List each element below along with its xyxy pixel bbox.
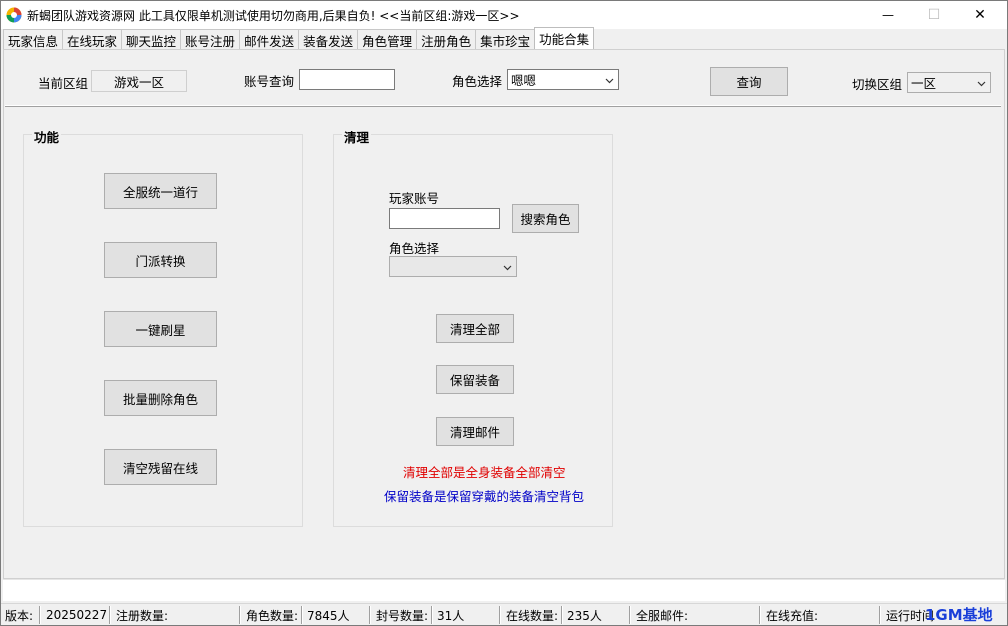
player-account-label: 玩家账号 — [389, 191, 440, 206]
server-mail-label: 全服邮件: — [636, 608, 689, 623]
status-separator — [499, 606, 501, 624]
maximize-button[interactable]: ☐ — [911, 1, 957, 29]
clean-role-select-label: 角色选择 — [389, 241, 440, 256]
switch-zone-value: 一区 — [911, 76, 937, 91]
status-separator — [879, 606, 881, 624]
ban-count-label: 封号数量: — [376, 608, 429, 623]
sect-transfer-button[interactable]: 门派转换 — [104, 242, 217, 278]
minimize-button[interactable]: — — [865, 1, 911, 29]
keep-equipment-note: 保留装备是保留穿戴的装备清空背包 — [384, 489, 585, 504]
current-zone-label: 当前区组 — [38, 76, 89, 91]
register-count-label: 注册数量: — [116, 608, 169, 623]
status-bar: 版本: 20250227 注册数量: 角色数量: 7845人 封号数量: 31人… — [1, 603, 1007, 625]
tab-role-management[interactable]: 角色管理 — [357, 29, 418, 50]
version-label: 版本: — [5, 608, 34, 623]
maximize-icon: ☐ — [927, 7, 941, 23]
status-separator — [39, 606, 41, 624]
tab-market-treasure[interactable]: 集市珍宝 — [475, 29, 536, 50]
minimize-icon: — — [882, 8, 894, 22]
online-count-value: 235人 — [567, 608, 602, 623]
tab-chat-monitor[interactable]: 聊天监控 — [121, 29, 182, 50]
role-select-value: 嗯嗯 — [511, 73, 537, 88]
status-separator — [109, 606, 111, 624]
clear-residual-online-button[interactable]: 清空残留在线 — [104, 449, 217, 485]
ban-count-value: 31人 — [437, 608, 465, 623]
query-button[interactable]: 查询 — [710, 67, 788, 96]
tab-online-players[interactable]: 在线玩家 — [62, 29, 123, 50]
clean-mail-button[interactable]: 清理邮件 — [436, 417, 514, 446]
title-bar: 新蝎团队游戏资源网 此工具仅限单机测试使用切勿商用,后果自负! <<当前区组:游… — [1, 1, 1007, 29]
tab-function-collection[interactable]: 功能合集 — [534, 27, 595, 49]
tab-equipment-send[interactable]: 装备发送 — [298, 29, 359, 50]
account-query-input[interactable] — [299, 69, 395, 90]
batch-delete-roles-button[interactable]: 批量删除角色 — [104, 380, 217, 416]
player-account-input[interactable] — [389, 208, 500, 229]
current-zone-value: 游戏一区 — [91, 70, 187, 92]
one-click-star-button[interactable]: 一键刷星 — [104, 311, 217, 347]
role-select-dropdown[interactable]: 嗯嗯 — [507, 69, 619, 90]
switch-zone-label: 切换区组 — [852, 77, 903, 92]
app-logo-icon — [6, 7, 22, 23]
clean-all-button[interactable]: 清理全部 — [436, 314, 514, 343]
tab-register-role[interactable]: 注册角色 — [416, 29, 477, 50]
clean-role-select-dropdown[interactable] — [389, 256, 517, 277]
status-separator — [239, 606, 241, 624]
window-title: 新蝎团队游戏资源网 此工具仅限单机测试使用切勿商用,后果自负! <<当前区组:游… — [27, 9, 520, 23]
chevron-down-icon — [977, 81, 986, 87]
status-separator — [301, 606, 303, 624]
keep-equipment-button[interactable]: 保留装备 — [436, 365, 514, 394]
tab-player-info[interactable]: 玩家信息 — [3, 29, 64, 50]
bottom-strip — [3, 579, 1005, 601]
site-watermark: 1GM基地 — [925, 606, 993, 624]
status-separator — [629, 606, 631, 624]
online-recharge-label: 在线充值: — [766, 608, 819, 623]
function-group-title: 功能 — [32, 127, 62, 146]
app-window: 新蝎团队游戏资源网 此工具仅限单机测试使用切勿商用,后果自负! <<当前区组:游… — [0, 0, 1008, 626]
clean-group-title: 清理 — [342, 127, 372, 146]
tab-mail-send[interactable]: 邮件发送 — [239, 29, 300, 50]
version-value: 20250227 — [46, 608, 108, 622]
server-unify-daoxing-button[interactable]: 全服统一道行 — [104, 173, 217, 209]
header-divider — [5, 105, 1001, 107]
status-separator — [369, 606, 371, 624]
status-separator — [561, 606, 563, 624]
switch-zone-dropdown[interactable]: 一区 — [907, 72, 991, 93]
search-role-button[interactable]: 搜索角色 — [512, 204, 579, 233]
online-count-label: 在线数量: — [506, 608, 559, 623]
role-count-label: 角色数量: — [246, 608, 299, 623]
close-button[interactable]: ✕ — [957, 1, 1003, 29]
tab-strip: 玩家信息 在线玩家 聊天监控 账号注册 邮件发送 装备发送 角色管理 注册角色 … — [3, 27, 595, 50]
clean-all-note: 清理全部是全身装备全部清空 — [403, 465, 566, 480]
chevron-down-icon — [503, 265, 512, 271]
account-query-label: 账号查询 — [244, 74, 295, 89]
status-separator — [431, 606, 433, 624]
role-select-label: 角色选择 — [452, 74, 503, 89]
close-icon: ✕ — [974, 7, 986, 23]
tab-account-register[interactable]: 账号注册 — [180, 29, 241, 50]
status-separator — [759, 606, 761, 624]
chevron-down-icon — [605, 78, 614, 84]
role-count-value: 7845人 — [307, 608, 350, 623]
